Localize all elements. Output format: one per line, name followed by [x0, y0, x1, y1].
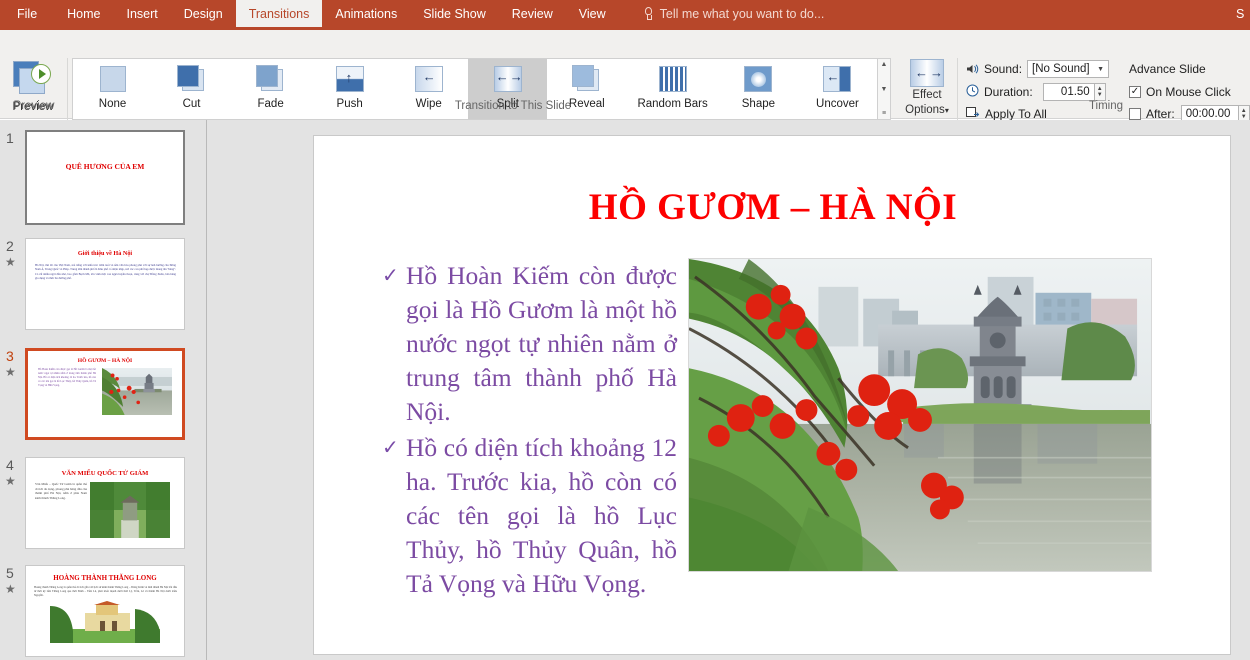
- transition-cut-icon: [174, 64, 210, 94]
- thumbnail-number: 3: [6, 348, 14, 364]
- transition-star-icon[interactable]: ★: [5, 582, 16, 596]
- transition-uncover-icon: ←: [819, 64, 855, 94]
- transition-split-icon: ← →: [490, 64, 526, 94]
- thumbnail-number: 5: [6, 565, 14, 581]
- tabbar-right-partial-label: S: [1236, 6, 1245, 21]
- tab-slide-show[interactable]: Slide Show: [410, 0, 499, 27]
- transition-star-icon[interactable]: ★: [5, 474, 16, 488]
- group-label-transition-to-this-slide: Transition to This Slide: [454, 100, 572, 112]
- group-label-preview: Preview: [13, 100, 55, 112]
- current-slide[interactable]: HỒ GƯƠM – HÀ NỘI ✓ Hồ Hoàn Kiếm còn được…: [313, 135, 1231, 655]
- gallery-scroll-down-icon[interactable]: ▼: [881, 84, 888, 95]
- thumbnail-number: 2: [6, 238, 14, 254]
- sound-row: Sound: [No Sound] ▼: [966, 59, 1110, 79]
- ribbon-group-labels: Preview Transition to This Slide Timing: [0, 100, 1250, 119]
- tab-view[interactable]: View: [566, 0, 619, 27]
- checkmark-bullet-icon: ✓: [382, 265, 399, 287]
- duration-value: 01.50: [1060, 86, 1090, 98]
- tab-review[interactable]: Review: [499, 0, 566, 27]
- thumbnail-photo: [90, 482, 170, 538]
- duration-row: Duration: 01.50 ▲ ▼: [966, 82, 1106, 102]
- transition-none-icon: [95, 64, 131, 94]
- slide-bullet-text: Hồ Hoàn Kiếm còn được gọi là Hồ Gươm là …: [406, 261, 677, 426]
- effect-options-split-icon: ← →: [910, 59, 944, 87]
- thumbnail-body: Hồ Hoàn Kiếm còn được gọi là Hồ Gươm là …: [38, 368, 96, 387]
- group-label-separator-1: [67, 100, 68, 119]
- slide-thumbnail-panel[interactable]: 1 QUÊ HƯƠNG CỦA EM 2 ★ Giới thiệu về Hà …: [0, 120, 206, 660]
- transition-star-icon[interactable]: ★: [5, 365, 16, 379]
- transition-reveal-icon: [569, 64, 605, 94]
- transition-random-bars-icon: [655, 64, 691, 94]
- tab-transitions[interactable]: Transitions: [235, 0, 323, 27]
- duration-label: Duration:: [984, 85, 1033, 99]
- slide-title[interactable]: HỒ GƯƠM – HÀ NỘI: [314, 186, 1232, 229]
- speaker-icon: [966, 63, 980, 75]
- transition-wipe-icon: ←: [411, 64, 447, 94]
- hoan-kiem-lake-turtle-tower-photo[interactable]: [688, 258, 1152, 572]
- thumbnail-canvas[interactable]: Giới thiệu về Hà Nội Hà Nội, thủ đô của …: [25, 238, 185, 330]
- slide-body-text[interactable]: ✓ Hồ Hoàn Kiếm còn được gọi là Hồ Gươm l…: [382, 259, 677, 603]
- thumbnail-body: Văn Miếu – Quốc Tử Giám là quần thể di t…: [35, 482, 87, 500]
- slide-bullet[interactable]: ✓ Hồ Hoàn Kiếm còn được gọi là Hồ Gươm l…: [382, 259, 677, 429]
- thumbnail-title: VĂN MIẾU QUỐC TỬ GIÁM: [61, 470, 149, 477]
- thumbnail-title: HỒ GƯƠM – HÀ NỘI: [77, 358, 133, 364]
- tell-me-search[interactable]: Tell me what you want to do...: [633, 0, 835, 27]
- thumbnail-title: HOÀNG THÀNH THĂNG LONG: [53, 574, 157, 582]
- gallery-scroll-up-icon[interactable]: ▲: [881, 59, 888, 70]
- thumbnail-body: Hà Nội, thủ đô của Việt Nam, nổi tiếng v…: [35, 263, 176, 280]
- tab-design[interactable]: Design: [171, 0, 236, 27]
- ribbon-tab-bar: File Home Insert Design Transitions Anim…: [0, 0, 1250, 27]
- transition-shape-icon: [740, 64, 776, 94]
- duration-input[interactable]: 01.50: [1042, 83, 1095, 101]
- tell-me-placeholder: Tell me what you want to do...: [659, 6, 825, 21]
- duration-stepper[interactable]: ▲ ▼: [1094, 83, 1106, 101]
- on-mouse-click-label: On Mouse Click: [1146, 85, 1231, 99]
- tab-insert[interactable]: Insert: [114, 0, 171, 27]
- group-label-timing: Timing: [1088, 100, 1124, 112]
- thumbnail-canvas[interactable]: HỒ GƯƠM – HÀ NỘI Hồ Hoàn Kiếm còn được g…: [25, 348, 185, 440]
- lightbulb-icon: [643, 6, 654, 21]
- slide-stage: HỒ GƯƠM – HÀ NỘI ✓ Hồ Hoàn Kiếm còn được…: [207, 120, 1250, 660]
- preview-play-icon: [11, 59, 55, 99]
- tab-home[interactable]: Home: [54, 0, 113, 27]
- sound-dropdown[interactable]: [No Sound] ▼: [1027, 60, 1110, 78]
- transition-push-icon: ↑: [332, 64, 368, 94]
- transition-star-icon[interactable]: ★: [5, 255, 16, 269]
- group-label-separator-2: [957, 100, 958, 119]
- slide-bullet[interactable]: ✓ Hồ có diện tích khoảng 12 ha. Trước ki…: [382, 431, 677, 601]
- slide-bullet-text: Hồ có diện tích khoảng 12 ha. Trước kia,…: [406, 433, 677, 598]
- advance-slide-label-text: Advance Slide: [1129, 62, 1206, 76]
- thumbnail-canvas[interactable]: QUÊ HƯƠNG CỦA EM: [25, 130, 185, 225]
- thumbnail-title: QUÊ HƯƠNG CỦA EM: [65, 162, 145, 171]
- on-mouse-click-checkbox[interactable]: ✓: [1129, 86, 1141, 98]
- ribbon-accent-strip: [0, 27, 1250, 30]
- checkmark-icon: ✓: [1130, 86, 1140, 97]
- tab-animations[interactable]: Animations: [322, 0, 410, 27]
- thumbnail-number: 4: [6, 457, 14, 473]
- chevron-down-icon[interactable]: ▼: [1097, 66, 1104, 73]
- checkmark-bullet-icon: ✓: [382, 437, 399, 459]
- advance-slide-label: Advance Slide: [1129, 59, 1206, 79]
- clock-icon: [966, 84, 979, 100]
- thumbnail-number: 1: [6, 130, 14, 146]
- thumbnail-photo: [50, 601, 160, 643]
- transition-fade-icon: [253, 64, 289, 94]
- thumbnail-body: Hoàng thành Thăng Long là quần thể di tí…: [34, 586, 177, 597]
- thumbnail-canvas[interactable]: HOÀNG THÀNH THĂNG LONG Hoàng thành Thăng…: [25, 565, 185, 657]
- thumbnail-canvas[interactable]: VĂN MIẾU QUỐC TỬ GIÁM Văn Miếu – Quốc Tử…: [25, 457, 185, 549]
- on-mouse-click-row[interactable]: ✓ On Mouse Click: [1129, 82, 1231, 102]
- tab-file[interactable]: File: [0, 0, 54, 27]
- thumbnail-photo: [102, 368, 172, 415]
- sound-label: Sound:: [984, 62, 1023, 76]
- sound-dropdown-value: [No Sound]: [1032, 63, 1090, 75]
- thumbnail-title: Giới thiệu về Hà Nội: [77, 250, 133, 257]
